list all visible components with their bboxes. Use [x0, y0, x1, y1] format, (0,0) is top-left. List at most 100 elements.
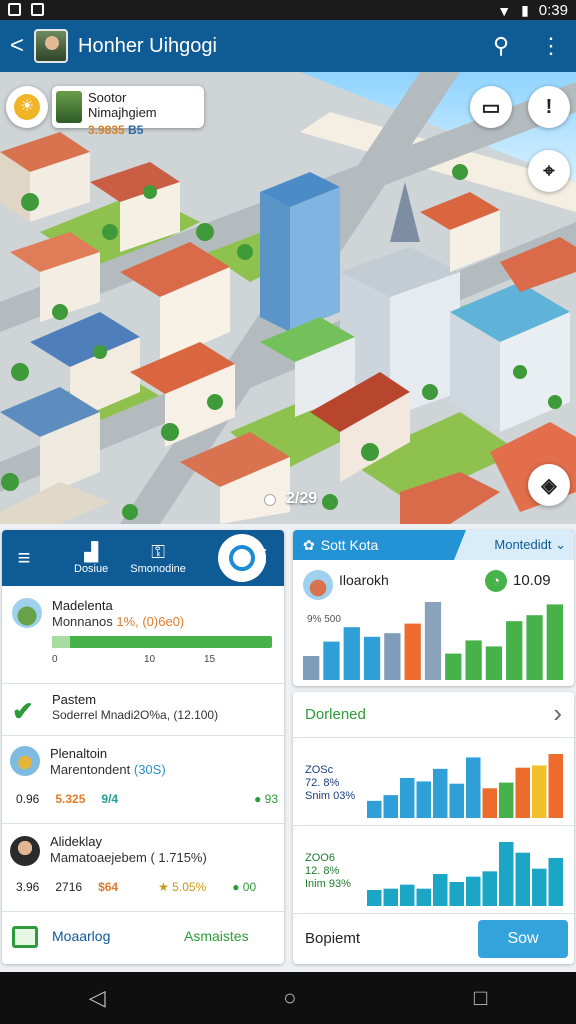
chart-bar [548, 754, 563, 818]
chart-bar [383, 795, 398, 818]
show-button[interactable]: Sow [478, 920, 568, 958]
section-label: Dorlened [305, 706, 366, 723]
stat-chart-row[interactable]: ZOO6 12. 8% Inim 93% [293, 826, 574, 914]
right-panel-header: ✿ Sott Kota Montedidt ⌄ [293, 530, 574, 560]
more-icon[interactable]: ⋮ [256, 546, 274, 567]
chart-icon: ▟ [84, 542, 99, 562]
list-item[interactable]: Alideklay Mamatoaejebem ( 1.715%) 3.96 2… [2, 824, 284, 912]
folder-icon [12, 926, 38, 948]
chart-bar [363, 636, 381, 680]
chart-bar [384, 633, 401, 680]
row-title: Pastem [52, 692, 97, 707]
item-stats: 3.96 2716 $64 ★ 5.05% ● 00 [16, 880, 257, 894]
city-logo-button[interactable]: ☀ [6, 86, 48, 128]
nav-home-icon[interactable]: ○ [283, 985, 296, 1011]
check-row[interactable]: ✔ Pastem Soderrel Mnadi2O%a, (12.100) [2, 684, 284, 736]
stat-chart-row[interactable]: ZOSc 72. 8% Snim 03% [293, 738, 574, 826]
tab-smonodine[interactable]: ⚿ Smonodine [130, 541, 186, 575]
chart-bar [532, 765, 547, 818]
chart-bar [400, 778, 415, 818]
notification-icon [8, 3, 21, 16]
building-thumb-icon [303, 570, 333, 600]
header-label: Sott Kota [320, 537, 379, 553]
chart-bar [515, 852, 530, 906]
back-icon[interactable]: < [0, 32, 34, 60]
gear-icon[interactable]: ✿ [303, 537, 315, 554]
nav-recents-icon[interactable]: □ [474, 985, 487, 1011]
chart-bar [482, 788, 497, 818]
chart-bar [499, 842, 514, 906]
avatar[interactable] [34, 29, 68, 63]
city-map[interactable]: ☀ Sootor Nimajhgiem 3.9835 B5 ▭ ! ⌖ ◈ 2/… [0, 72, 576, 524]
profile-value: 10.09 [513, 572, 551, 589]
card-thumbnail [56, 91, 82, 123]
footer-label: Bopiemt [305, 930, 361, 947]
footer-right-link[interactable]: Asmaistes [184, 928, 249, 944]
item-title: Plenaltoin [50, 746, 108, 761]
page-indicator-dot[interactable] [264, 494, 276, 506]
chart-bar [433, 768, 448, 818]
chart-bar [466, 757, 481, 818]
locate-icon[interactable]: ⌖ [528, 150, 570, 192]
battery-icon: ▮ [521, 2, 529, 18]
chart-bar [506, 621, 523, 680]
chart-bar [546, 604, 563, 680]
system-nav-bar: ◁ ○ □ [0, 972, 576, 1024]
chart-bar [548, 858, 563, 906]
chart-bar [499, 782, 514, 818]
chevron-right-icon[interactable]: › [553, 698, 562, 729]
chart-bar [303, 656, 320, 680]
map-info-card[interactable]: Sootor Nimajhgiem 3.9835 B5 [52, 86, 204, 137]
progress-row[interactable]: Madelenta Monnanos 1%, (0)6e0) 0 10 15 [2, 586, 284, 684]
chart-bar [383, 888, 398, 906]
chart-bar [526, 615, 543, 680]
status-bar: ▼ ▮ 0:39 [0, 0, 576, 20]
tab-dosiue[interactable]: ▟ Dosiue [74, 541, 108, 575]
left-panel: ≡ ▟ Dosiue ⚿ Smonodine ⋮ Madelenta Monna… [2, 530, 284, 964]
list-item[interactable]: Plenaltoin Marentondent (30S) 0.96 5.325… [2, 736, 284, 824]
alert-icon[interactable]: ! [528, 86, 570, 128]
chart-bar [433, 874, 448, 906]
chart-bar [449, 783, 464, 818]
building-icon: ⚿ [151, 542, 165, 562]
progress-start [52, 636, 70, 648]
footer-left-link[interactable]: Moaarlog [52, 928, 110, 944]
city-map-illustration [0, 72, 576, 524]
chart-bar [445, 653, 462, 680]
stat-labels: ZOO6 12. 8% Inim 93% [305, 852, 351, 890]
row-title: Madelenta [52, 598, 113, 613]
item-stats: 0.96 5.325 9/4 ● 93 [16, 792, 279, 806]
chart-bar [485, 646, 503, 680]
search-icon[interactable]: ⚲ [476, 33, 526, 59]
nav-back-icon[interactable]: ◁ [89, 985, 106, 1011]
bar-chart-2 [367, 754, 563, 818]
menu-icon[interactable]: ≡ [2, 545, 46, 571]
chart-bar [416, 888, 431, 906]
chart-bar [343, 627, 360, 680]
app-bar: < Honher Uihgogi ⚲ ⋮ [0, 20, 576, 72]
chart-bar [466, 876, 481, 906]
chart-bar [532, 868, 547, 906]
right-panel-bottom: Dorlened › ZOSc 72. 8% Snim 03% ZOO6 12.… [293, 692, 574, 964]
chart-bar [367, 800, 382, 818]
item-subtitle: Marentondent (30S) [50, 762, 166, 777]
notification-icon [31, 3, 44, 16]
coin-icon: ◔ [485, 570, 507, 592]
bar-chart-1 [303, 602, 563, 680]
chart-bar [515, 767, 530, 818]
left-panel-footer: Moaarlog Asmaistes [2, 912, 284, 964]
right-panel-top: ✿ Sott Kota Montedidt ⌄ Iloarokh 9% 500 … [293, 530, 574, 686]
section-header[interactable]: Dorlened › [293, 692, 574, 738]
chart-bar [400, 884, 415, 906]
page-title: Honher Uihgogi [78, 34, 217, 57]
period-select[interactable]: Montedidt ⌄ [454, 530, 574, 560]
chart-bar [323, 641, 340, 680]
wifi-icon: ▼ [497, 2, 512, 19]
left-panel-header: ≡ ▟ Dosiue ⚿ Smonodine ⋮ [2, 530, 284, 586]
more-options-icon[interactable]: ⋮ [526, 33, 576, 59]
clipboard-icon[interactable]: ▭ [470, 86, 512, 128]
navigate-icon[interactable]: ◈ [528, 464, 570, 506]
building-thumb-icon [12, 598, 42, 628]
profile-chart[interactable]: Iloarokh 9% 500 ◔ 10.09 [293, 560, 574, 686]
item-subtitle: Mamatoaejebem ( 1.715%) [50, 850, 207, 865]
